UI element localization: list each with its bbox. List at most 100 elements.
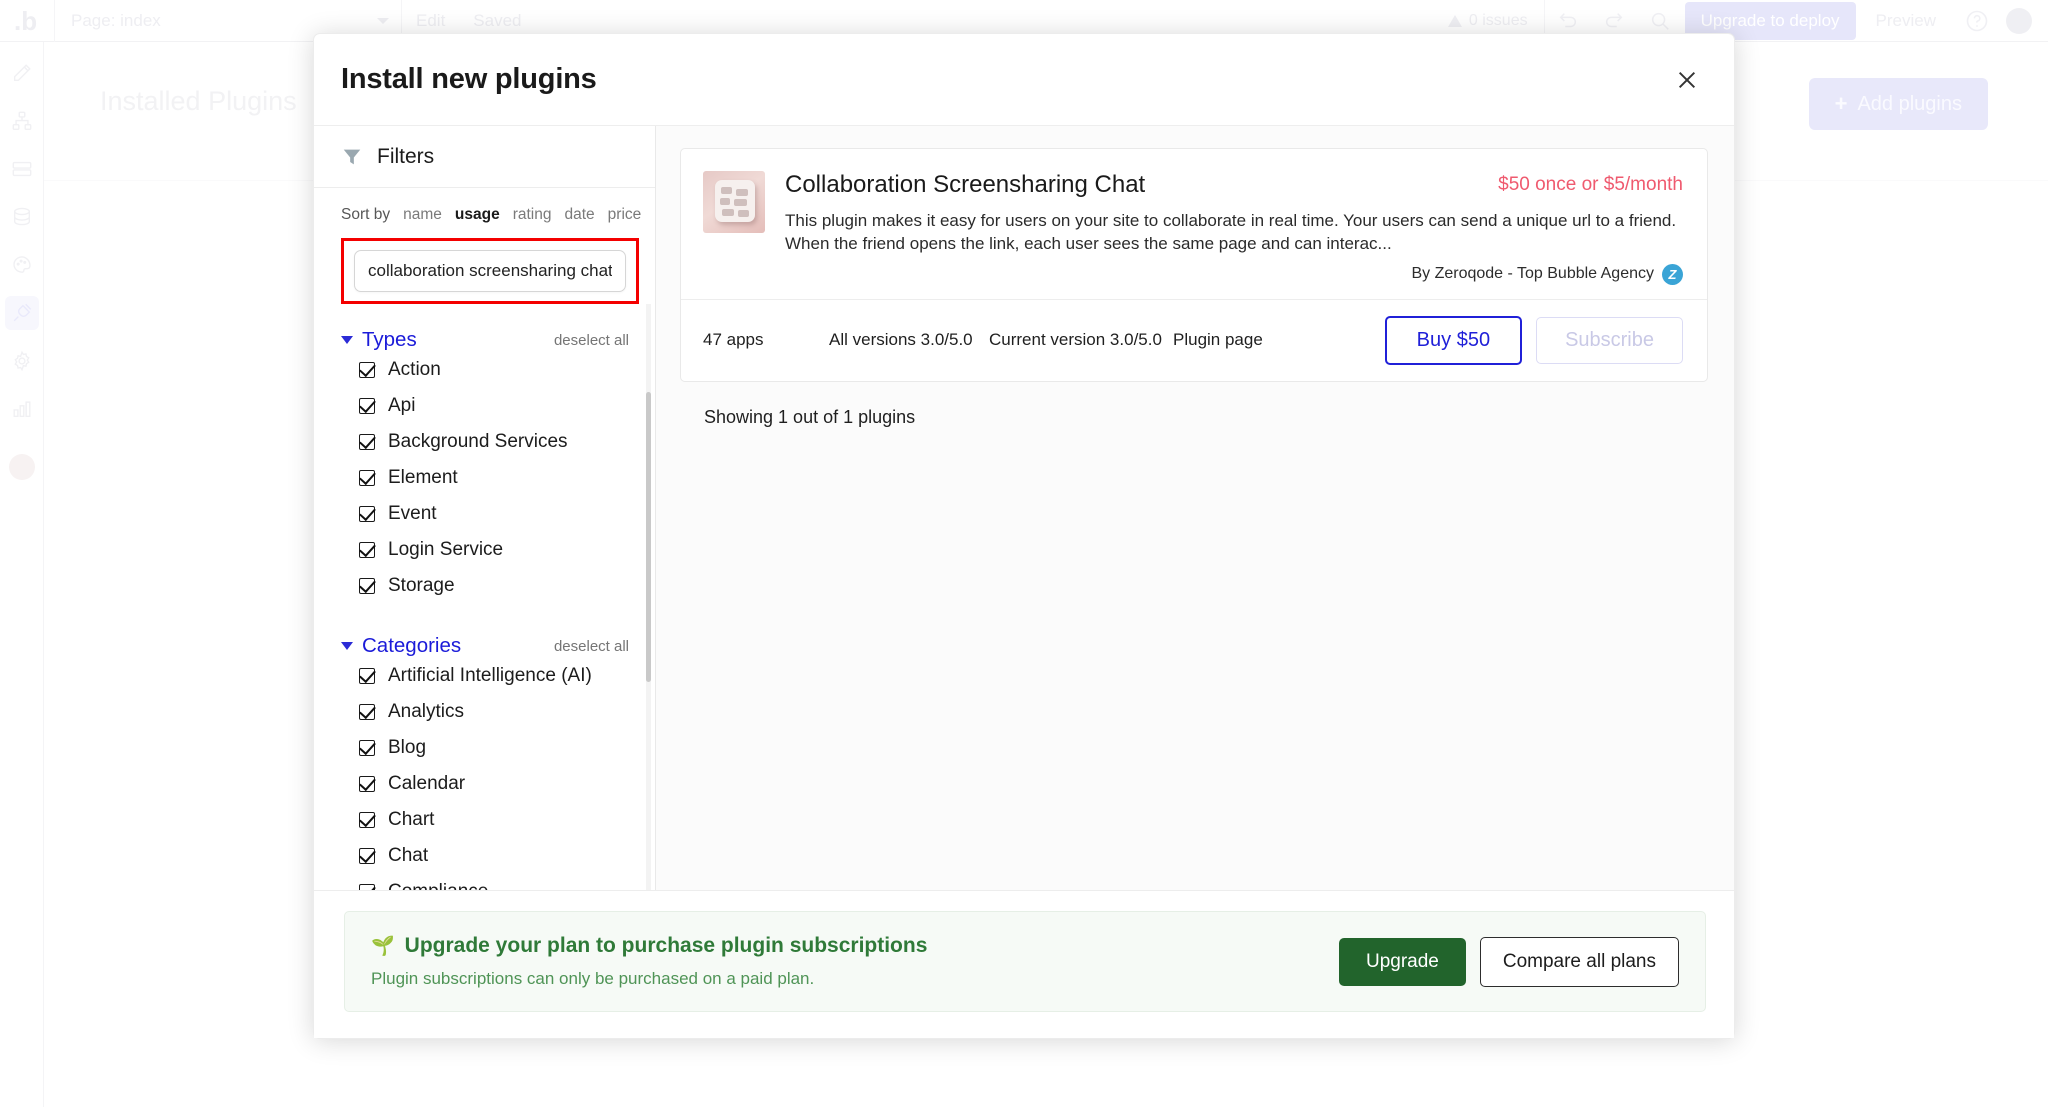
filter-item-chat[interactable]: Chat xyxy=(341,838,629,874)
filter-item-blog[interactable]: Blog xyxy=(341,730,629,766)
filter-item-calendar[interactable]: Calendar xyxy=(341,766,629,802)
chevron-down-icon xyxy=(377,17,389,24)
modal-title: Install new plugins xyxy=(341,63,597,95)
checkbox-icon[interactable] xyxy=(359,398,375,414)
database-icon[interactable] xyxy=(5,200,39,234)
page-selector[interactable]: Page: index xyxy=(71,11,401,31)
checkbox-icon[interactable] xyxy=(359,704,375,720)
tab-edit[interactable]: Edit xyxy=(402,11,459,31)
filter-group-types: Types deselect all Action Api Background… xyxy=(314,328,655,604)
filter-item-label: Background Services xyxy=(388,431,568,452)
subscribe-button: Subscribe xyxy=(1536,316,1683,364)
filter-item-background-services[interactable]: Background Services xyxy=(341,424,629,460)
settings-gear-icon[interactable] xyxy=(5,344,39,378)
page-title: Installed Plugins xyxy=(100,86,297,116)
showing-count: Showing 1 out of 1 plugins xyxy=(704,406,916,427)
filter-item-label: Chart xyxy=(388,809,435,830)
checkbox-icon[interactable] xyxy=(359,740,375,756)
sort-option-price[interactable]: price xyxy=(608,206,642,224)
styles-palette-icon[interactable] xyxy=(5,248,39,282)
filter-item-chart[interactable]: Chart xyxy=(341,802,629,838)
checkbox-icon[interactable] xyxy=(359,578,375,594)
add-plugins-label: Add plugins xyxy=(1857,92,1962,115)
workflow-icon[interactable] xyxy=(5,104,39,138)
upgrade-banner-heading: Upgrade your plan to purchase plugin sub… xyxy=(404,934,928,957)
checkbox-icon[interactable] xyxy=(359,848,375,864)
plugin-info: Collaboration Screensharing Chat $50 onc… xyxy=(785,171,1683,285)
checkbox-icon[interactable] xyxy=(359,812,375,828)
plugin-title[interactable]: Collaboration Screensharing Chat xyxy=(785,171,1145,199)
filters-header: Filters xyxy=(314,126,655,188)
preview-button[interactable]: Preview xyxy=(1858,11,1954,31)
filter-group-title: Categories xyxy=(362,634,462,657)
sort-by-row: Sort by name usage rating date price xyxy=(314,188,655,238)
checkbox-icon[interactable] xyxy=(359,506,375,522)
upgrade-banner: 🌱 Upgrade your plan to purchase plugin s… xyxy=(344,911,1706,1012)
scrollbar-thumb[interactable] xyxy=(646,392,651,682)
deselect-all-categories[interactable]: deselect all xyxy=(554,638,629,655)
bubble-logo[interactable]: .b xyxy=(14,8,54,34)
warning-icon xyxy=(1447,14,1462,27)
checkbox-icon[interactable] xyxy=(359,362,375,378)
search-input[interactable] xyxy=(354,250,626,292)
checkbox-icon[interactable] xyxy=(359,668,375,684)
sort-option-usage[interactable]: usage xyxy=(455,206,500,224)
help-icon[interactable] xyxy=(1954,0,2000,42)
data-rows-icon[interactable] xyxy=(5,152,39,186)
plugin-card: Collaboration Screensharing Chat $50 onc… xyxy=(680,148,1708,382)
filter-group-title: Types xyxy=(362,328,417,351)
sort-option-rating[interactable]: rating xyxy=(513,206,552,224)
checkbox-icon[interactable] xyxy=(359,542,375,558)
pencil-icon[interactable] xyxy=(5,56,39,90)
filter-item-label: Compliance xyxy=(388,881,488,890)
filter-item-label: Event xyxy=(388,503,437,524)
plugin-apps-count: 47 apps xyxy=(703,330,764,350)
plugins-plug-icon[interactable] xyxy=(4,296,39,330)
filter-item-event[interactable]: Event xyxy=(341,496,629,532)
filter-item-action[interactable]: Action xyxy=(341,352,629,388)
results-list: Collaboration Screensharing Chat $50 onc… xyxy=(656,126,1734,428)
checkbox-icon[interactable] xyxy=(359,884,375,890)
close-icon[interactable] xyxy=(1670,63,1704,97)
filter-item-label: Action xyxy=(388,359,441,380)
filter-item-artificial-intelligence[interactable]: Artificial Intelligence (AI) xyxy=(341,658,629,694)
filter-item-label: Storage xyxy=(388,575,455,596)
sort-by-label: Sort by xyxy=(341,206,391,223)
issues-indicator[interactable]: 0 issues xyxy=(1432,12,1544,30)
filter-group-header[interactable]: Categories deselect all xyxy=(341,634,629,658)
add-plugins-button[interactable]: + Add plugins xyxy=(1808,78,1988,130)
sort-option-date[interactable]: date xyxy=(564,206,594,224)
upgrade-button[interactable]: Upgrade xyxy=(1338,937,1466,986)
account-avatar[interactable] xyxy=(2006,7,2032,34)
funnel-icon xyxy=(341,146,363,168)
filter-item-element[interactable]: Element xyxy=(341,460,629,496)
filter-item-compliance[interactable]: Compliance xyxy=(341,874,629,890)
filter-item-label: Blog xyxy=(388,737,427,758)
filter-item-storage[interactable]: Storage xyxy=(341,568,629,604)
filter-item-label: Login Service xyxy=(388,539,504,560)
left-rail xyxy=(0,42,44,1107)
plugin-page-link[interactable]: Plugin page xyxy=(1173,330,1263,350)
saved-status: Saved xyxy=(473,10,522,30)
page-selector-label: Page: index xyxy=(71,10,161,30)
install-plugins-modal: Install new plugins Filters Sort by name… xyxy=(313,33,1735,1039)
plugin-price: $50 once or $5/month xyxy=(1498,174,1683,195)
chevron-down-icon xyxy=(341,336,353,344)
filter-item-analytics[interactable]: Analytics xyxy=(341,694,629,730)
logs-chart-icon[interactable] xyxy=(5,392,39,426)
sort-option-name[interactable]: name xyxy=(403,206,442,224)
user-avatar[interactable] xyxy=(8,454,35,480)
buy-button[interactable]: Buy $50 xyxy=(1384,315,1523,365)
checkbox-icon[interactable] xyxy=(359,470,375,486)
filter-item-api[interactable]: Api xyxy=(341,388,629,424)
checkbox-icon[interactable] xyxy=(359,776,375,792)
deselect-all-types[interactable]: deselect all xyxy=(554,332,629,349)
compare-plans-button[interactable]: Compare all plans xyxy=(1479,936,1679,987)
checkbox-icon[interactable] xyxy=(359,434,375,450)
filter-group-header[interactable]: Types deselect all xyxy=(341,328,629,352)
plugin-author: By Zeroqode - Top Bubble Agency Z xyxy=(785,263,1683,285)
results-pane: Collaboration Screensharing Chat $50 onc… xyxy=(656,126,1734,890)
plus-icon: + xyxy=(1834,91,1848,116)
filters-sidebar: Filters Sort by name usage rating date p… xyxy=(314,126,656,890)
filter-item-login-service[interactable]: Login Service xyxy=(341,532,629,568)
